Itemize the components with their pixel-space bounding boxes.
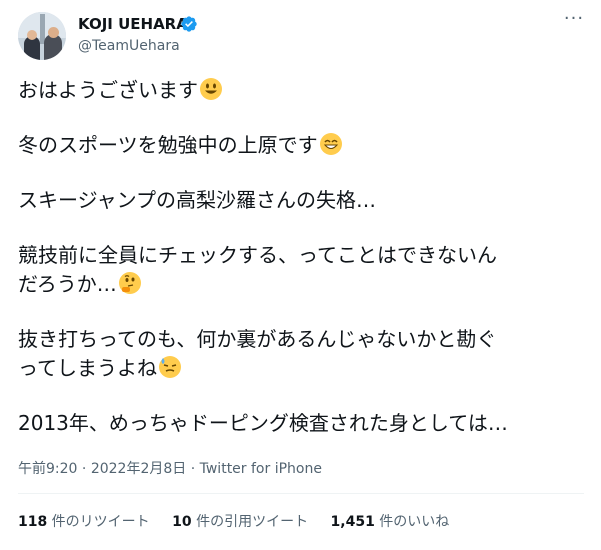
tweet-line-6: 2013年、めっちゃドーピング検査された身としては… [18,411,508,435]
tweet-line-4: 競技前に全員にチェックする、ってことはできないん だろうか… [18,243,497,296]
tweet-line-1: おはようございます [18,76,588,105]
tweet-line-5: 抜き打ちってのも、何か裏があるんじゃないかと勘ぐ ってしまうよね [18,327,497,380]
likes-label: 件のいいね [374,514,450,530]
thinking-emoji-icon [118,272,141,294]
more-options-icon[interactable]: ··· [563,10,585,32]
smiley-emoji-icon [200,78,222,100]
likes-stat[interactable]: 1,451 件のいいね [331,514,450,530]
grinning-emoji-icon [319,133,342,155]
user-handle[interactable]: @TeamUehara [78,36,180,56]
tweet-time[interactable]: 午前9:20 [18,461,77,477]
display-name[interactable]: KOJI UEHARA [78,14,188,34]
quotes-count: 10 [172,514,192,530]
engagement-stats: 118 件のリツイート 10 件の引用ツイート 1,451 件のいいね [18,512,467,532]
meta-separator: · [77,461,91,477]
sweat-emoji-icon [159,356,181,378]
tweet-metadata: 午前9:20 · 2022年2月8日 · Twitter for iPhone [18,459,322,479]
quotes-stat[interactable]: 10 件の引用ツイート [172,514,308,530]
meta-separator: · [186,461,200,477]
retweets-count: 118 [18,514,48,530]
retweets-label: 件のリツイート [47,514,150,530]
likes-count: 1,451 [330,514,375,530]
quotes-label: 件の引用ツイート [191,514,309,530]
tweet-line-2: 冬のスポーツを勉強中の上原です [18,131,588,160]
avatar[interactable] [18,12,66,60]
tweet-source[interactable]: Twitter for iPhone [200,461,322,477]
tweet-text: おはようございます 冬のスポーツを勉強中の上原です スキージャンプの高梨沙羅さん… [18,76,588,464]
retweets-stat[interactable]: 118 件のリツイート [18,514,150,530]
avatar-head-2 [48,27,59,38]
divider [18,493,584,494]
tweet-date[interactable]: 2022年2月8日 [91,461,186,477]
verified-badge-icon [181,16,197,32]
avatar-head-1 [27,30,37,40]
tweet-line-3: スキージャンプの高梨沙羅さんの失格… [18,188,376,212]
